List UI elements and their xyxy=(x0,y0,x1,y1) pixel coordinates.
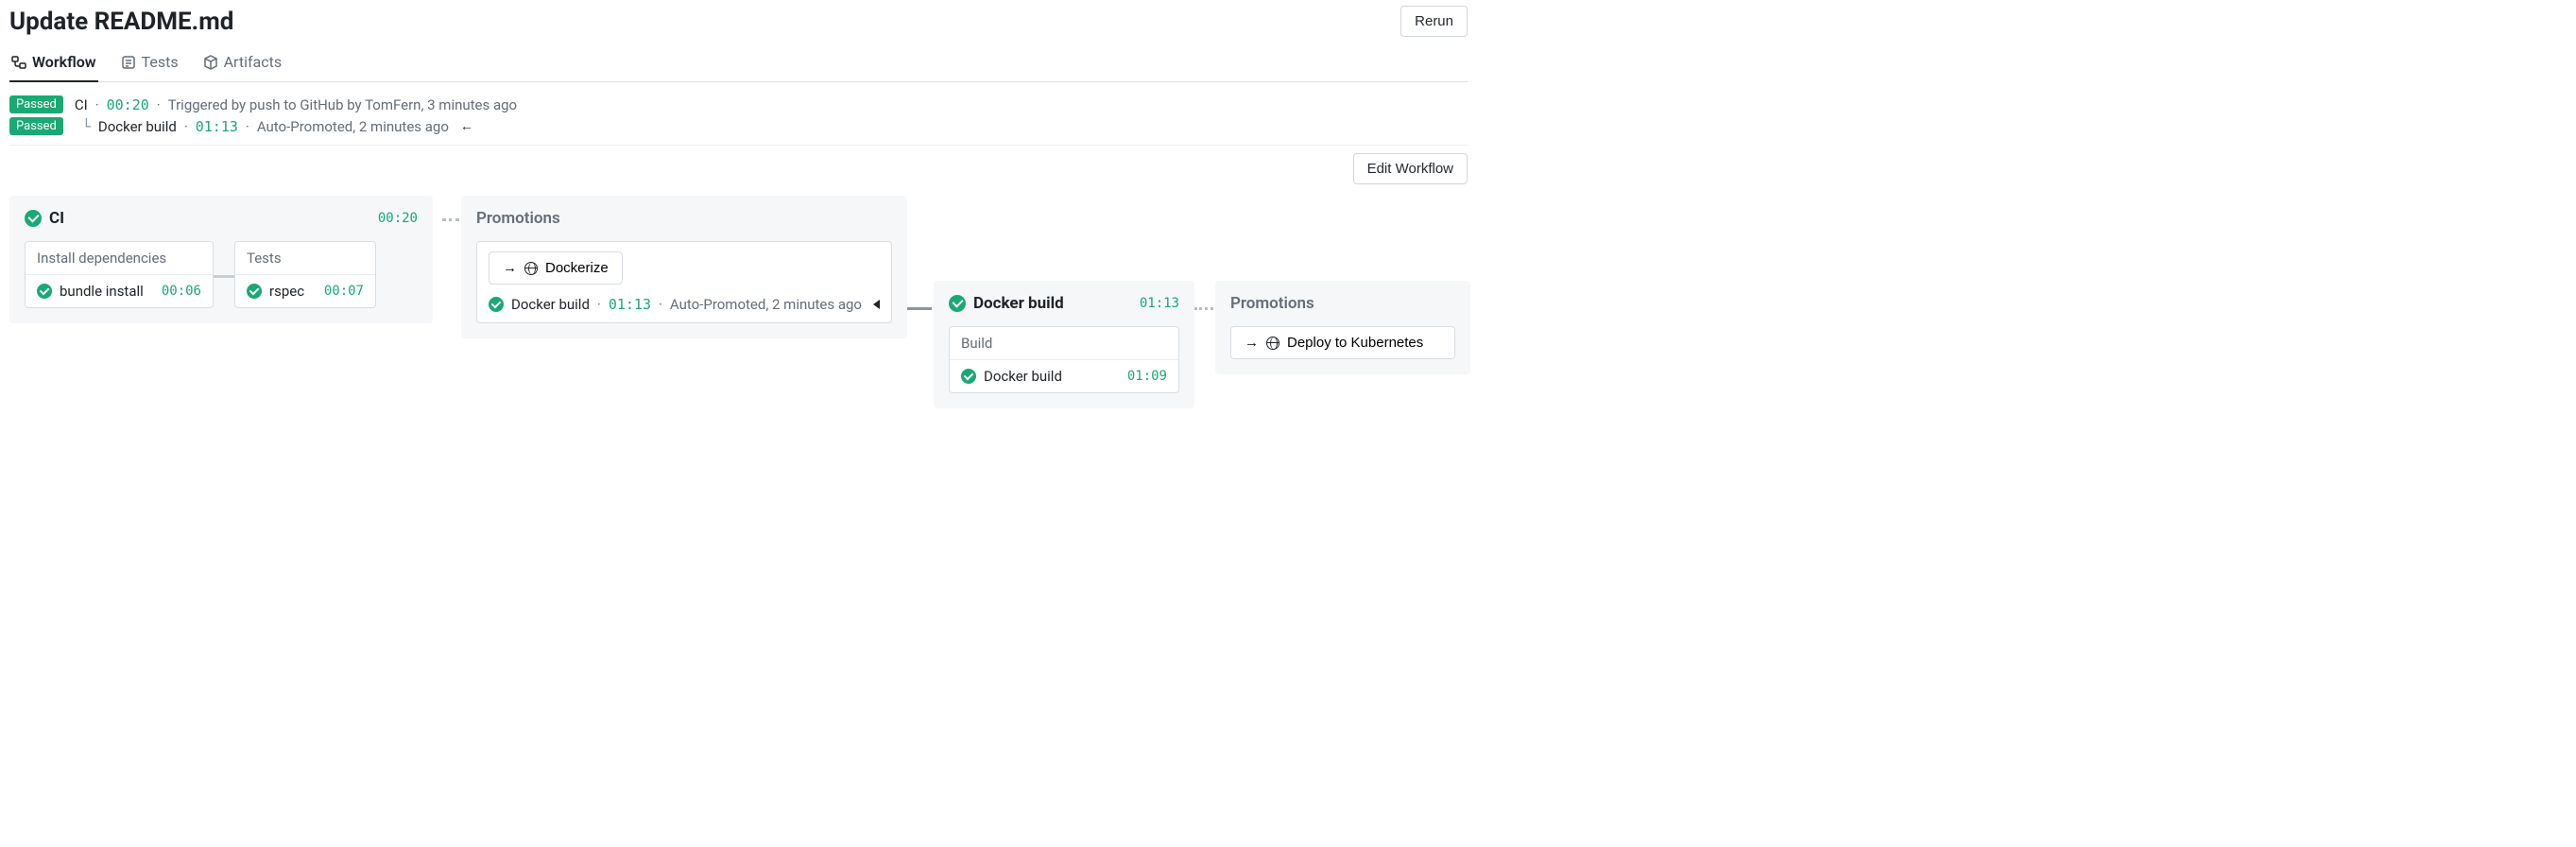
pipeline-name-docker[interactable]: Docker build xyxy=(98,118,177,135)
job-name: Docker build xyxy=(984,368,1120,385)
summary-row-ci: Passed CI · 00:20 · Triggered by push to… xyxy=(9,94,1468,115)
check-circle-icon xyxy=(25,210,42,227)
page-title: Update README.md xyxy=(9,8,233,36)
promote-deploy-kubernetes-button[interactable]: → Deploy to Kubernetes xyxy=(1230,326,1455,359)
pipeline-title-ci: CI xyxy=(49,209,64,228)
promote-deploy-kubernetes-label: Deploy to Kubernetes xyxy=(1287,335,1423,351)
pipeline-time-ci: 00:20 xyxy=(107,96,149,113)
status-badge: Passed xyxy=(9,117,63,135)
job-time: 00:07 xyxy=(324,284,364,299)
globe-icon xyxy=(524,262,538,275)
summary-row-docker: Passed └ Docker build · 01:13 · Auto-Pro… xyxy=(9,115,1468,137)
job-time: 01:09 xyxy=(1127,369,1167,384)
tab-workflow-label: Workflow xyxy=(32,53,96,71)
tab-workflow[interactable]: Workflow xyxy=(9,45,98,82)
promotions-title: Promotions xyxy=(1230,294,1314,313)
connector-dash-icon xyxy=(1194,307,1213,310)
edit-workflow-button[interactable]: Edit Workflow xyxy=(1353,153,1468,184)
pipeline-note-docker: Auto-Promoted, 2 minutes ago xyxy=(257,118,449,135)
pipeline-time-docker: 01:13 xyxy=(1140,296,1179,311)
pipeline-canvas: CI 00:20 Install dependencies bundle ins… xyxy=(9,196,1468,470)
arrow-left-icon[interactable]: ← xyxy=(460,118,473,134)
tab-artifacts[interactable]: Artifacts xyxy=(201,45,284,82)
block-header: Build xyxy=(950,327,1178,360)
promotion-note: Auto-Promoted, 2 minutes ago xyxy=(670,296,862,313)
tab-tests[interactable]: Tests xyxy=(119,45,180,82)
check-circle-icon xyxy=(489,297,504,312)
block-install-dependencies[interactable]: Install dependencies bundle install 00:0… xyxy=(25,241,214,308)
connector-solid-icon xyxy=(214,275,234,278)
block-build[interactable]: Build Docker build 01:09 xyxy=(949,326,1179,393)
promote-dockerize-button[interactable]: → Dockerize xyxy=(489,251,623,285)
block-tests[interactable]: Tests rspec 00:07 xyxy=(234,241,376,308)
pipeline-time-ci: 00:20 xyxy=(378,211,418,226)
pipeline-card-promotions-2: Promotions → Deploy to Kubernetes xyxy=(1215,281,1470,374)
promotion-name[interactable]: Docker build xyxy=(511,296,590,313)
pipeline-card-docker-build[interactable]: Docker build 01:13 Build Docker build 01… xyxy=(934,281,1194,408)
connector-dash-icon xyxy=(442,218,459,221)
check-circle-icon xyxy=(949,295,966,312)
pipeline-card-ci[interactable]: CI 00:20 Install dependencies bundle ins… xyxy=(9,196,433,323)
check-circle-icon xyxy=(961,369,976,384)
tab-artifacts-label: Artifacts xyxy=(224,53,283,71)
block-header: Install dependencies xyxy=(26,242,213,275)
summary: Passed CI · 00:20 · Triggered by push to… xyxy=(9,94,1468,137)
tab-tests-label: Tests xyxy=(142,53,179,71)
promotion-time: 01:13 xyxy=(609,296,651,313)
job-rspec[interactable]: rspec 00:07 xyxy=(235,275,375,307)
job-time: 00:06 xyxy=(162,284,201,299)
triangle-left-icon[interactable] xyxy=(873,300,880,309)
tree-prefix-icon: └ xyxy=(82,118,91,135)
workflow-icon xyxy=(11,55,26,70)
tabs: Workflow Tests Artifacts xyxy=(9,45,1468,82)
arrow-right-icon: → xyxy=(503,260,517,276)
job-bundle-install[interactable]: bundle install 00:06 xyxy=(26,275,213,307)
promote-dockerize-label: Dockerize xyxy=(545,260,609,276)
promotion-status-line: Docker build · 01:13 · Auto-Promoted, 2 … xyxy=(489,296,880,313)
block-header: Tests xyxy=(235,242,375,275)
promotions-title: Promotions xyxy=(476,209,560,228)
check-circle-icon xyxy=(37,284,52,299)
job-docker-build[interactable]: Docker build 01:09 xyxy=(950,360,1178,392)
pipeline-title-docker: Docker build xyxy=(973,294,1064,313)
arrow-right-icon: → xyxy=(1245,335,1259,351)
pipeline-card-promotions: Promotions → Dockerize Docker build · 01… xyxy=(461,196,907,338)
pipeline-time-docker: 01:13 xyxy=(196,118,238,135)
globe-icon xyxy=(1266,337,1279,350)
status-badge: Passed xyxy=(9,95,63,113)
artifacts-icon xyxy=(203,55,218,70)
rerun-button[interactable]: Rerun xyxy=(1400,6,1468,37)
pipeline-name-ci[interactable]: CI xyxy=(75,96,88,113)
check-circle-icon xyxy=(247,284,262,299)
job-name: bundle install xyxy=(60,283,154,300)
pipeline-trigger-ci: Triggered by push to GitHub by TomFern, … xyxy=(168,96,517,113)
job-name: rspec xyxy=(269,283,317,300)
tests-icon xyxy=(121,55,136,70)
